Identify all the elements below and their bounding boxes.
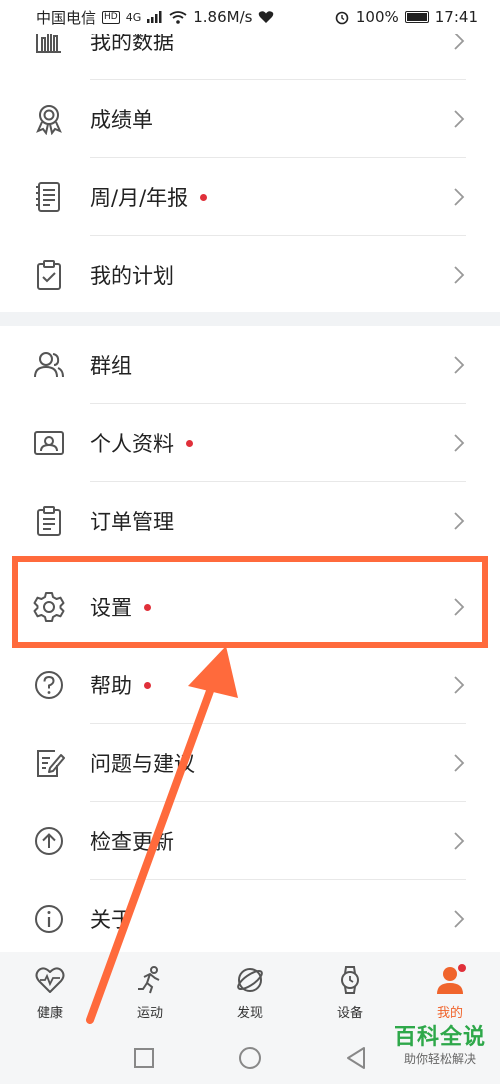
tab-exercise[interactable]: 运动 bbox=[100, 952, 200, 1032]
chevron-right-icon bbox=[454, 266, 465, 284]
chevron-right-icon bbox=[454, 598, 465, 616]
menu-item-settings[interactable]: 设置 bbox=[0, 568, 500, 646]
menu-label-feedback: 问题与建议 bbox=[90, 752, 195, 776]
menu-label-settings: 设置 bbox=[90, 596, 132, 620]
gear-icon bbox=[32, 590, 66, 624]
bottom-tab-bar: 健康 运动 发现 设备 我的 bbox=[0, 952, 500, 1032]
help-icon bbox=[32, 668, 66, 702]
menu-label-orders: 订单管理 bbox=[90, 510, 174, 534]
tab-devices[interactable]: 设备 bbox=[300, 952, 400, 1032]
chevron-right-icon bbox=[454, 754, 465, 772]
runner-icon bbox=[134, 964, 166, 996]
menu-item-about[interactable]: 关于 bbox=[0, 880, 500, 958]
clock: 17:41 bbox=[434, 8, 478, 26]
info-icon bbox=[32, 902, 66, 936]
tab-me[interactable]: 我的 bbox=[400, 952, 500, 1032]
tab-label-devices: 设备 bbox=[336, 1006, 363, 1021]
chevron-right-icon bbox=[454, 910, 465, 928]
menu-label-my-plan: 我的计划 bbox=[90, 264, 174, 288]
back-button[interactable] bbox=[344, 1046, 368, 1070]
chevron-right-icon bbox=[454, 434, 465, 452]
watermark-title: 百科全说 bbox=[393, 1025, 486, 1050]
menu-item-groups[interactable]: 群组 bbox=[0, 326, 500, 404]
carrier-label: 中国电信 bbox=[36, 8, 97, 27]
menu-item-help[interactable]: 帮助 bbox=[0, 646, 500, 724]
chevron-right-icon bbox=[454, 512, 465, 530]
battery-icon bbox=[404, 11, 429, 23]
watermark: 百科全说 助你轻松解决 bbox=[394, 1025, 486, 1067]
alarm-icon bbox=[335, 11, 349, 25]
menu-label-profile: 个人资料 bbox=[90, 432, 174, 456]
badge-dot bbox=[458, 964, 466, 972]
menu-label-about: 关于 bbox=[90, 908, 132, 932]
planet-icon bbox=[234, 964, 266, 996]
home-button[interactable] bbox=[238, 1046, 262, 1070]
tab-health[interactable]: 健康 bbox=[0, 952, 100, 1032]
tab-label-health: 健康 bbox=[36, 1006, 63, 1021]
tab-label-discover: 发现 bbox=[236, 1006, 263, 1021]
group-icon bbox=[32, 348, 66, 382]
menu-label-check-update: 检查更新 bbox=[90, 830, 174, 854]
menu-label-help: 帮助 bbox=[90, 674, 132, 698]
status-bar: 中国电信 HD 4G 1.86M/s 100% 17:41 bbox=[0, 0, 500, 34]
menu-item-orders[interactable]: 订单管理 bbox=[0, 482, 500, 560]
badge-dot bbox=[144, 681, 151, 689]
medal-icon bbox=[32, 102, 66, 136]
chevron-right-icon bbox=[454, 32, 465, 50]
tab-label-exercise: 运动 bbox=[136, 1006, 163, 1021]
chevron-right-icon bbox=[454, 110, 465, 128]
chevron-right-icon bbox=[454, 832, 465, 850]
wifi-icon bbox=[169, 10, 187, 24]
screen: 中国电信 HD 4G 1.86M/s 100% 17:41 我的数据 成绩单 周… bbox=[0, 0, 500, 1084]
report-book-icon bbox=[32, 180, 66, 214]
watermark-subtitle: 助你轻松解决 bbox=[403, 1052, 476, 1066]
chevron-right-icon bbox=[454, 676, 465, 694]
battery-percent: 100% bbox=[355, 8, 399, 26]
id-card-icon bbox=[32, 426, 66, 460]
hd-badge: HD bbox=[102, 10, 120, 24]
feedback-icon bbox=[32, 746, 66, 780]
health-heart-icon bbox=[259, 11, 274, 23]
menu-item-transcript[interactable]: 成绩单 bbox=[0, 80, 500, 158]
menu-label-reports: 周/月/年报 bbox=[90, 186, 189, 210]
signal-icon bbox=[147, 11, 162, 23]
menu-item-my-plan[interactable]: 我的计划 bbox=[0, 236, 500, 314]
badge-dot bbox=[186, 439, 193, 447]
tab-label-me: 我的 bbox=[436, 1006, 463, 1021]
badge-dot bbox=[200, 193, 208, 201]
clipboard-check-icon bbox=[32, 258, 66, 292]
menu-label-groups: 群组 bbox=[90, 354, 132, 378]
menu-item-feedback[interactable]: 问题与建议 bbox=[0, 724, 500, 802]
section-separator bbox=[0, 312, 500, 326]
heart-pulse-icon bbox=[34, 964, 66, 996]
update-arrow-icon bbox=[32, 824, 66, 858]
chevron-right-icon bbox=[454, 188, 465, 206]
net-speed: 1.86M/s bbox=[193, 8, 253, 26]
badge-dot bbox=[144, 603, 151, 611]
menu-item-reports[interactable]: 周/月/年报 bbox=[0, 158, 500, 236]
menu-item-profile[interactable]: 个人资料 bbox=[0, 404, 500, 482]
menu-item-check-update[interactable]: 检查更新 bbox=[0, 802, 500, 880]
order-list-icon bbox=[32, 504, 66, 538]
menu-label-transcript: 成绩单 bbox=[90, 108, 153, 132]
tab-discover[interactable]: 发现 bbox=[200, 952, 300, 1032]
recent-apps-button[interactable] bbox=[132, 1046, 156, 1070]
network-type: 4G bbox=[125, 10, 142, 24]
watch-icon bbox=[334, 964, 366, 996]
chevron-right-icon bbox=[454, 356, 465, 374]
